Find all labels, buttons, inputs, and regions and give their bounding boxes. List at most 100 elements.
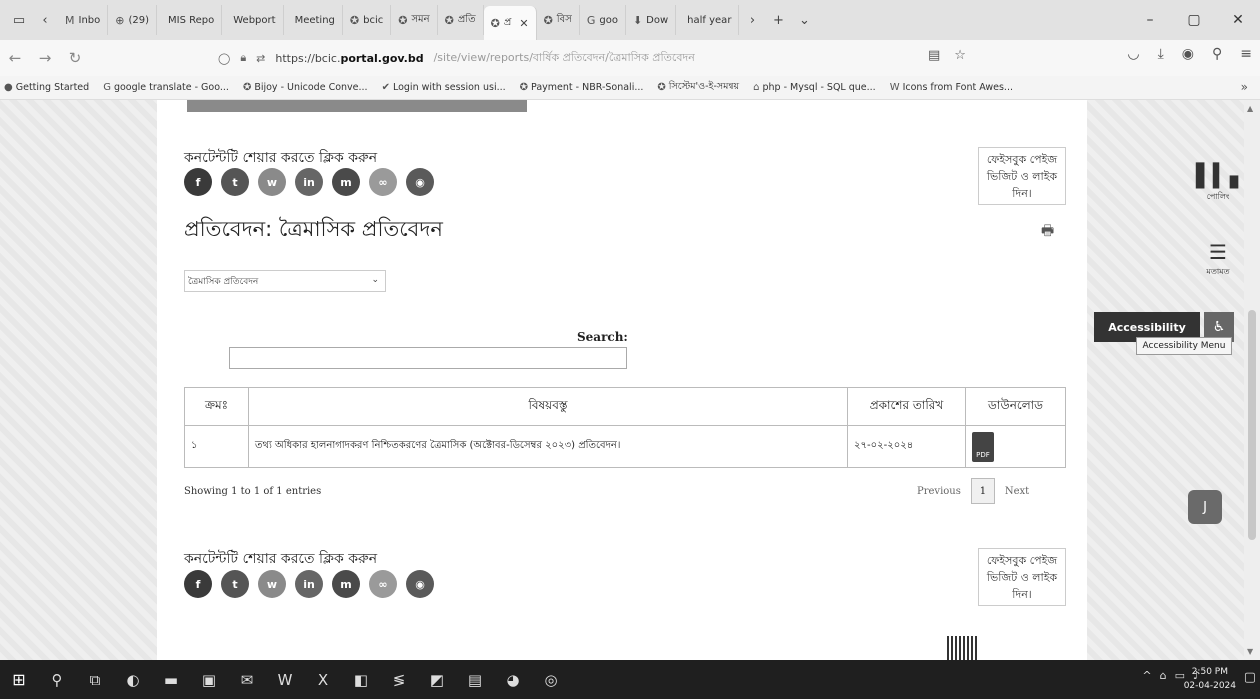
facebook-share-icon[interactable]: f [184, 570, 212, 598]
tray-expand-icon[interactable]: ^ [1142, 669, 1151, 682]
browser-tab[interactable]: ✪ সমন [391, 5, 438, 35]
facebook-share-icon[interactable]: f [184, 168, 212, 196]
browser-tab[interactable]: ✪ প্র ✕ [483, 6, 537, 40]
browser-tab[interactable]: Meeting [284, 5, 343, 35]
reload-icon[interactable]: ↻ [60, 49, 90, 67]
col-serial[interactable]: ক্রমঃ [184, 387, 249, 426]
task-view-icon[interactable]: ⧉ [76, 671, 114, 689]
cell-download: PDF [965, 425, 1066, 468]
messenger-share-icon[interactable]: m [332, 168, 360, 196]
tab-favicon-icon: ✪ [490, 16, 500, 30]
scrollbar-thumb[interactable] [1248, 310, 1256, 540]
tool-icon[interactable]: ≶ [380, 671, 418, 689]
minimize-icon[interactable]: – [1128, 12, 1172, 28]
bookmark-star-icon[interactable]: ☆ [954, 48, 966, 63]
store-icon[interactable]: ▣ [190, 671, 228, 689]
col-subject[interactable]: বিষয়বস্তু [248, 387, 848, 426]
browser-tab[interactable]: ✪ প্রতি [438, 5, 484, 35]
pocket-icon[interactable]: ◡ [1127, 46, 1139, 62]
messenger-share-icon[interactable]: m [332, 570, 360, 598]
bookmark-label: Icons from Font Awes... [902, 82, 1013, 93]
bookmark-item[interactable]: ✔ Login with session usi... [382, 82, 506, 93]
bookmark-item[interactable]: ✪ Bijoy - Unicode Conve... [243, 82, 368, 93]
bookmark-item[interactable]: ✪ সিস্টেম'ও-ই-সমন্বয় [657, 80, 739, 95]
pdf-download-icon[interactable]: PDF [972, 431, 994, 462]
col-date[interactable]: প্রকাশের তারিখ [847, 387, 966, 426]
image-app-icon[interactable]: ◩ [418, 671, 456, 689]
browser-tab[interactable]: ✪ বিস [537, 5, 580, 35]
scroll-down-icon[interactable]: ▼ [1247, 647, 1253, 656]
report-type-select[interactable]: ত্রৈমাসিক প্রতিবেদন ⌄ [184, 270, 386, 292]
twitter-share-icon[interactable]: t [221, 168, 249, 196]
bookmark-item[interactable]: W Icons from Font Awes... [890, 82, 1013, 93]
facebook-page-box[interactable]: ফেইসবুক পেইজ ভিজিট ও লাইক দিন। [978, 147, 1066, 205]
chrome-icon[interactable]: ◎ [532, 671, 570, 689]
browser-tab[interactable]: half year [676, 5, 740, 35]
search-input[interactable] [229, 347, 627, 369]
maximize-icon[interactable]: ▢ [1172, 12, 1216, 28]
whatsapp-share-icon[interactable]: w [258, 570, 286, 598]
tab-scroll-left-icon[interactable]: ‹ [32, 7, 58, 33]
close-tab-icon[interactable]: ✕ [519, 17, 528, 30]
shield-icon: ◯ [218, 51, 231, 65]
firefox-icon[interactable]: ◕ [494, 671, 532, 689]
linkedin-share-icon[interactable]: in [295, 570, 323, 598]
bookmark-item[interactable]: ● Getting Started [4, 82, 89, 93]
poll-widget[interactable]: ▌▍▖ পোলিং [1196, 164, 1247, 204]
previous-page-button[interactable]: Previous [917, 486, 961, 497]
bookmark-item[interactable]: ⌂ php - Mysql - SQL que... [753, 82, 876, 93]
browser-tab[interactable]: Ggoo [580, 5, 626, 35]
downloads-icon[interactable]: ⤓ [1158, 46, 1164, 62]
notifications-icon[interactable]: ▢ [1244, 670, 1256, 685]
clock[interactable]: 2:50 PM 02-04-2024 [1184, 665, 1236, 693]
scroll-up-icon[interactable]: ▲ [1247, 104, 1253, 113]
bookmarks-overflow-icon[interactable]: » [1241, 80, 1248, 94]
new-tab-icon[interactable]: + [765, 7, 791, 33]
col-download[interactable]: ডাউনলোড [965, 387, 1066, 426]
account-icon[interactable]: ◉ [1182, 46, 1194, 62]
browser-tab[interactable]: ⬇ Dow [626, 5, 677, 35]
link-share-icon[interactable]: ∞ [369, 570, 397, 598]
taskbar-search-icon[interactable]: ⚲ [38, 671, 76, 689]
linkedin-share-icon[interactable]: in [295, 168, 323, 196]
chat-share-icon[interactable]: ◉ [406, 168, 434, 196]
header-bar-remnant [187, 100, 527, 112]
bookmark-item[interactable]: Ggoogle translate - Goo... [103, 82, 229, 93]
mail-icon[interactable]: ✉ [228, 671, 266, 689]
url-bar[interactable]: ◯ 🔒︎ ⇄ https://bcic.portal.gov.bd /site/… [218, 44, 978, 72]
file-explorer-icon[interactable]: ▬ [152, 671, 190, 689]
browser-tab[interactable]: M Inbo [58, 5, 109, 35]
chat-share-icon[interactable]: ◉ [406, 570, 434, 598]
whatsapp-share-icon[interactable]: w [258, 168, 286, 196]
bookmark-item[interactable]: ✪ Payment - NBR-Sonali... [520, 82, 644, 93]
menu-icon[interactable]: ≡ [1240, 46, 1252, 62]
windows-start-icon[interactable]: ⊞ [0, 670, 38, 689]
chat-widget-button[interactable]: J [1188, 490, 1222, 524]
close-window-icon[interactable]: ✕ [1216, 12, 1260, 28]
next-page-button[interactable]: Next [1005, 486, 1029, 497]
word-icon[interactable]: W [266, 671, 304, 689]
tab-dropdown-icon[interactable]: ⌄ [791, 7, 817, 33]
edge-icon[interactable]: ◐ [114, 671, 152, 689]
network-icon[interactable]: ⌂ [1160, 669, 1167, 682]
twitter-share-icon[interactable]: t [221, 570, 249, 598]
tab-scroll-right-icon[interactable]: › [739, 7, 765, 33]
bookmark-label: Bijoy - Unicode Conve... [254, 82, 368, 93]
browser-tab[interactable]: Webport [222, 5, 284, 35]
print-icon[interactable]: 🖶︎ [1041, 220, 1054, 244]
opinion-widget[interactable]: ☰ মতামত [1196, 240, 1240, 279]
tab-list-icon[interactable]: ▭ [6, 7, 32, 33]
reader-view-icon[interactable]: ▤ [928, 48, 940, 63]
browser-tab[interactable]: ✪ bcic [343, 5, 392, 35]
app-icon[interactable]: ◧ [342, 671, 380, 689]
document-app-icon[interactable]: ▤ [456, 671, 494, 689]
excel-icon[interactable]: X [304, 671, 342, 689]
back-icon[interactable]: ← [0, 49, 30, 67]
browser-tab[interactable]: ⊕ (29) [108, 5, 158, 35]
link-share-icon[interactable]: ∞ [369, 168, 397, 196]
forward-icon[interactable]: → [30, 49, 60, 67]
browser-tab[interactable]: MIS Repo [157, 5, 223, 35]
extensions-icon[interactable]: ⚲ [1212, 46, 1222, 62]
page-1-button[interactable]: 1 [970, 478, 995, 504]
facebook-page-box-bottom[interactable]: ফেইসবুক পেইজ ভিজিট ও লাইক দিন। [978, 548, 1066, 606]
